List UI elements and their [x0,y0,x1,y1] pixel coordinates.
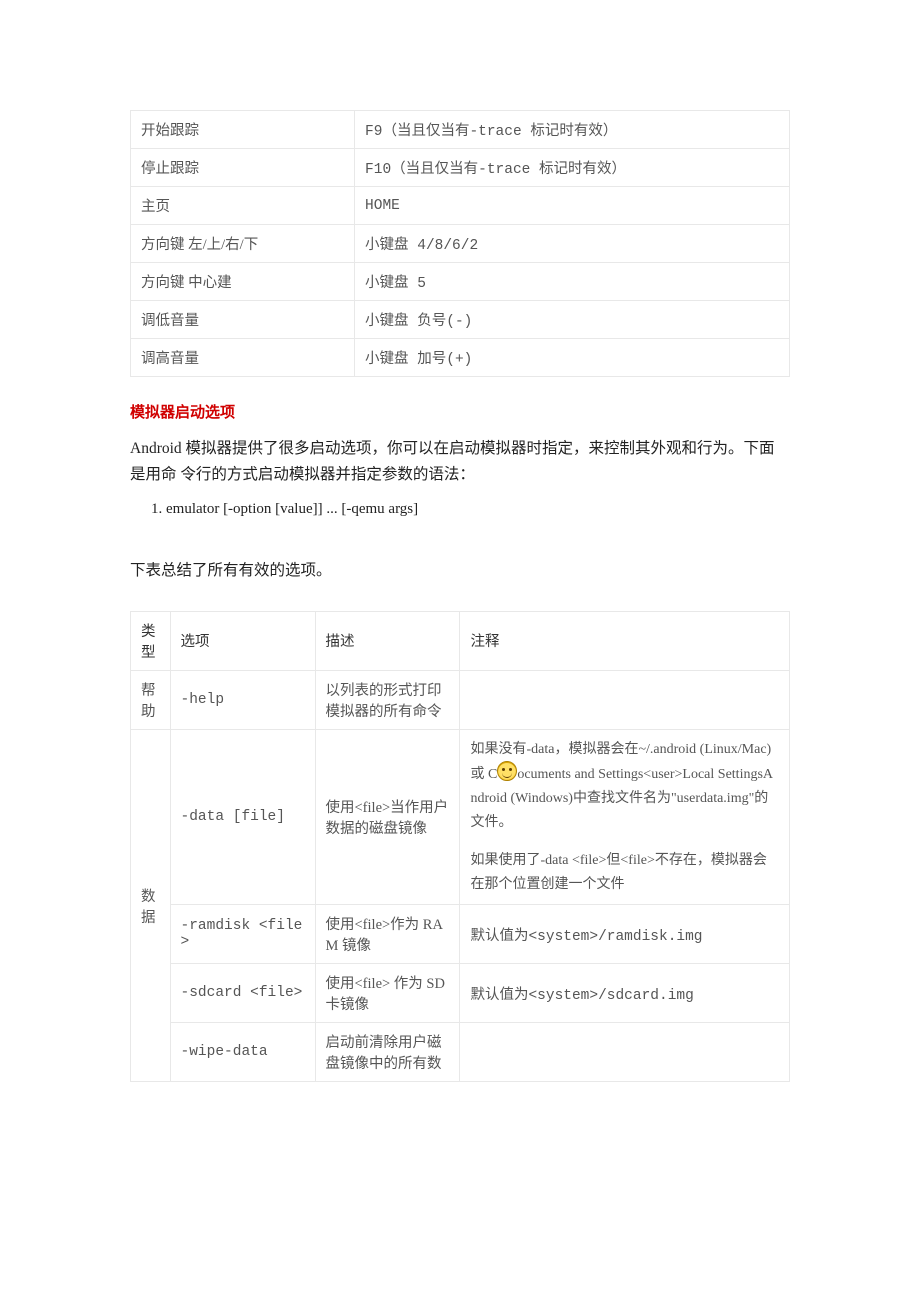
table-row: 主页HOME [131,187,790,225]
note: 默认值为<system>/ramdisk.img [460,905,790,964]
desc: 使用<file> 作为 SD 卡镜像 [315,964,460,1023]
shortcut-name: 方向键 中心建 [131,263,355,301]
desc: 使用<file>作为 RAM 镜像 [315,905,460,964]
table-row: -ramdisk <file> 使用<file>作为 RAM 镜像 默认值为<s… [131,905,790,964]
intro-paragraph-2: 下表总结了所有有效的选项。 [130,558,790,584]
col-option: 选项 [170,611,315,670]
desc: 以列表的形式打印模拟器的所有命令 [315,670,460,729]
shortcut-key: HOME [355,187,790,225]
opt: -ramdisk <file> [170,905,315,964]
shortcut-name: 停止跟踪 [131,149,355,187]
opt: -data [file] [170,729,315,905]
opt: -sdcard <file> [170,964,315,1023]
table-row: 开始跟踪F9（当且仅当有-trace 标记时有效） [131,111,790,149]
options-table: 类型 选项 描述 注释 帮助 -help 以列表的形式打印模拟器的所有命令 数据… [130,611,790,1083]
table-row: -sdcard <file> 使用<file> 作为 SD 卡镜像 默认值为<s… [131,964,790,1023]
shortcut-key: 小键盘 5 [355,263,790,301]
note-text-2: 如果使用了-data <file>但<file>不存在，模拟器会在那个位置创建一… [470,849,779,897]
note [460,670,790,729]
table-row: 调低音量小键盘 负号(-) [131,301,790,339]
intro-paragraph-1: Android 模拟器提供了很多启动选项，你可以在启动模拟器时指定，来控制其外观… [130,436,790,487]
cat-data: 数据 [131,729,171,1082]
code-list: emulator [-option [value]] ... [-qemu ar… [130,501,790,518]
smiley-icon [497,761,517,781]
table-header-row: 类型 选项 描述 注释 [131,611,790,670]
code-line: emulator [-option [value]] ... [-qemu ar… [166,501,790,518]
table-row: 停止跟踪F10（当且仅当有-trace 标记时有效） [131,149,790,187]
shortcut-name: 主页 [131,187,355,225]
shortcut-name: 调低音量 [131,301,355,339]
shortcut-key: F9（当且仅当有-trace 标记时有效） [355,111,790,149]
table-row: 帮助 -help 以列表的形式打印模拟器的所有命令 [131,670,790,729]
col-notes: 注释 [460,611,790,670]
shortcut-key: 小键盘 4/8/6/2 [355,225,790,263]
desc: 启动前清除用户磁盘镜像中的所有数 [315,1023,460,1082]
shortcut-table: 开始跟踪F9（当且仅当有-trace 标记时有效） 停止跟踪F10（当且仅当有-… [130,110,790,377]
note: 默认值为<system>/sdcard.img [460,964,790,1023]
col-desc: 描述 [315,611,460,670]
table-row: 数据 -data [file] 使用<file>当作用户数据的磁盘镜像 如果没有… [131,729,790,905]
shortcut-name: 调高音量 [131,339,355,377]
shortcut-key: F10（当且仅当有-trace 标记时有效） [355,149,790,187]
opt: -wipe-data [170,1023,315,1082]
table-row: 调高音量小键盘 加号(+) [131,339,790,377]
desc: 使用<file>当作用户数据的磁盘镜像 [315,729,460,905]
table-row: -wipe-data 启动前清除用户磁盘镜像中的所有数 [131,1023,790,1082]
table-row: 方向键 左/上/右/下小键盘 4/8/6/2 [131,225,790,263]
shortcut-key: 小键盘 负号(-) [355,301,790,339]
cat-help: 帮助 [131,670,171,729]
table-row: 方向键 中心建小键盘 5 [131,263,790,301]
note-text-b: ocuments and Settings<user>Local Setting… [470,767,773,830]
col-type: 类型 [131,611,171,670]
shortcut-name: 方向键 左/上/右/下 [131,225,355,263]
shortcut-name: 开始跟踪 [131,111,355,149]
section-heading: 模拟器启动选项 [130,401,790,422]
note: 如果没有-data，模拟器会在~/.android (Linux/Mac) 或 … [460,729,790,905]
opt: -help [170,670,315,729]
shortcut-key: 小键盘 加号(+) [355,339,790,377]
note [460,1023,790,1082]
